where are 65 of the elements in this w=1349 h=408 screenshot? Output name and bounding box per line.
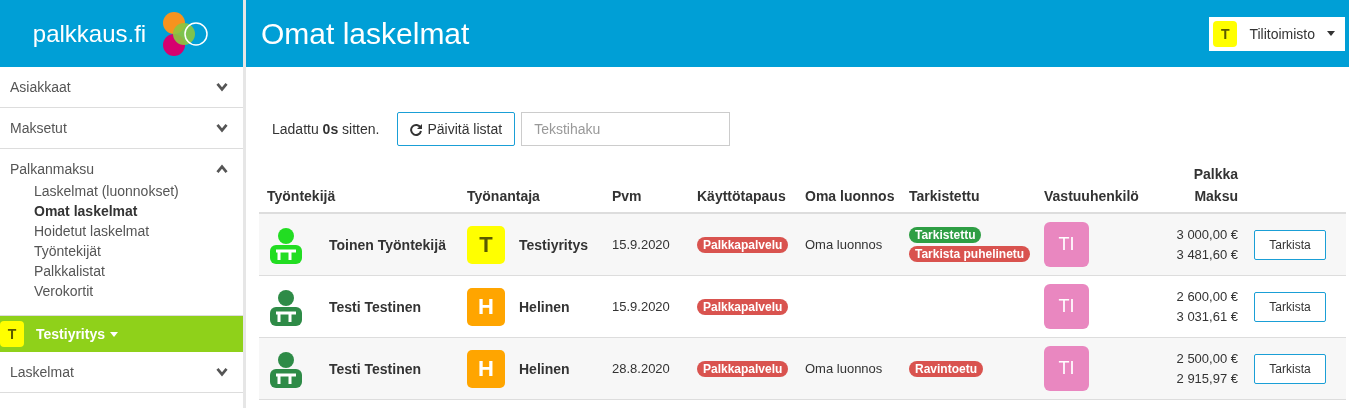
caret-icon xyxy=(1327,31,1335,36)
sidebar-item[interactable]: Maksetut xyxy=(0,108,243,148)
draft-text: Oma luonnos xyxy=(805,361,883,376)
page-title: Omat laskelmat xyxy=(261,16,470,51)
status-tag: Palkkapalvelu xyxy=(697,298,789,315)
employer-name: Helinen xyxy=(519,360,570,377)
status-tag: Tarkistettu xyxy=(909,227,982,243)
payment-amount: 3 031,61 € xyxy=(1176,307,1238,326)
employer-badge: T xyxy=(467,225,505,264)
sidebar-subitem[interactable]: Omat laskelmat xyxy=(34,201,243,221)
check-button[interactable]: Tarkista xyxy=(1254,353,1326,384)
refresh-button[interactable]: Päivitä listat xyxy=(397,112,516,146)
account-badge: T xyxy=(1213,20,1238,47)
logo-text: palkkaus.fi xyxy=(32,19,147,48)
status-tag: Palkkapalvelu xyxy=(697,236,789,253)
salary-amount: 2 600,00 € xyxy=(1176,287,1238,306)
refresh-icon xyxy=(410,122,424,136)
sidebar-item[interactable]: Laskelmat xyxy=(0,352,243,392)
draft-text: Oma luonnos xyxy=(805,237,883,252)
sidebar-subitem[interactable]: Verokortit xyxy=(34,281,243,301)
search-field[interactable]: Tekstihaku xyxy=(521,112,731,146)
date-text: 15.9.2020 xyxy=(612,299,670,314)
check-button[interactable]: Tarkista xyxy=(1254,291,1326,322)
sidebar-subitem[interactable]: Palkkalistat xyxy=(34,261,243,281)
check-button[interactable]: Tarkista xyxy=(1254,229,1326,260)
column-header: Maksu xyxy=(1194,188,1238,204)
responsible-badge: TI xyxy=(1044,222,1089,267)
sidebar-item-label: Asiakkaat xyxy=(10,79,71,95)
employee-name: Toinen Työntekijä xyxy=(329,236,446,253)
employer-name: Testiyritys xyxy=(519,236,588,253)
column-header: Käyttötapaus xyxy=(696,188,787,204)
sidebar-subitem[interactable]: Laskelmat (luonnokset) xyxy=(34,181,243,201)
column-header: Palkka xyxy=(1193,166,1238,182)
sidebar-subitem[interactable]: Hoidetut laskelmat xyxy=(34,221,243,241)
employer-badge: H xyxy=(467,287,505,326)
column-header: Tarkistettu xyxy=(908,188,981,204)
sidebar-item-label: Maksetut xyxy=(10,120,67,136)
date-text: 15.9.2020 xyxy=(612,237,670,252)
status-tag: Ravintoetu xyxy=(909,360,983,377)
sidebar-subitem[interactable]: Työntekijät xyxy=(34,241,243,261)
responsible-badge: TI xyxy=(1044,284,1089,329)
payment-amount: 3 481,60 € xyxy=(1176,245,1238,264)
sidebar-item[interactable]: Asiakkaat xyxy=(0,67,243,107)
employer-badge: H xyxy=(467,349,505,388)
company-badge: T xyxy=(0,321,24,347)
loaded-status-text: Ladattu 0s sitten. xyxy=(272,121,380,137)
column-header: Pvm xyxy=(611,188,643,204)
sidebar-item-label: Laskelmat xyxy=(10,364,74,380)
employee-name: Testi Testinen xyxy=(329,298,422,315)
employee-name: Testi Testinen xyxy=(329,360,422,377)
salary-amount: 2 500,00 € xyxy=(1176,349,1238,368)
account-dropdown[interactable]: T Tilitoimisto xyxy=(1209,16,1345,51)
salary-amount: 3 000,00 € xyxy=(1176,225,1238,244)
caret-icon xyxy=(110,331,118,337)
column-header: Työnantaja xyxy=(466,188,541,204)
responsible-badge: TI xyxy=(1044,346,1089,391)
status-tag: Tarkista puhelinetu xyxy=(909,246,1031,262)
column-header: Vastuuhenkilö xyxy=(1043,188,1140,204)
column-header: Oma luonnos xyxy=(804,188,896,204)
employer-name: Helinen xyxy=(519,298,570,315)
sidebar-item-label: Palkanmaksu xyxy=(10,161,95,177)
status-tag: Palkkapalvelu xyxy=(697,360,789,377)
date-text: 28.8.2020 xyxy=(612,361,670,376)
column-header: Työntekijä xyxy=(266,188,337,204)
payment-amount: 2 915,97 € xyxy=(1176,369,1238,388)
